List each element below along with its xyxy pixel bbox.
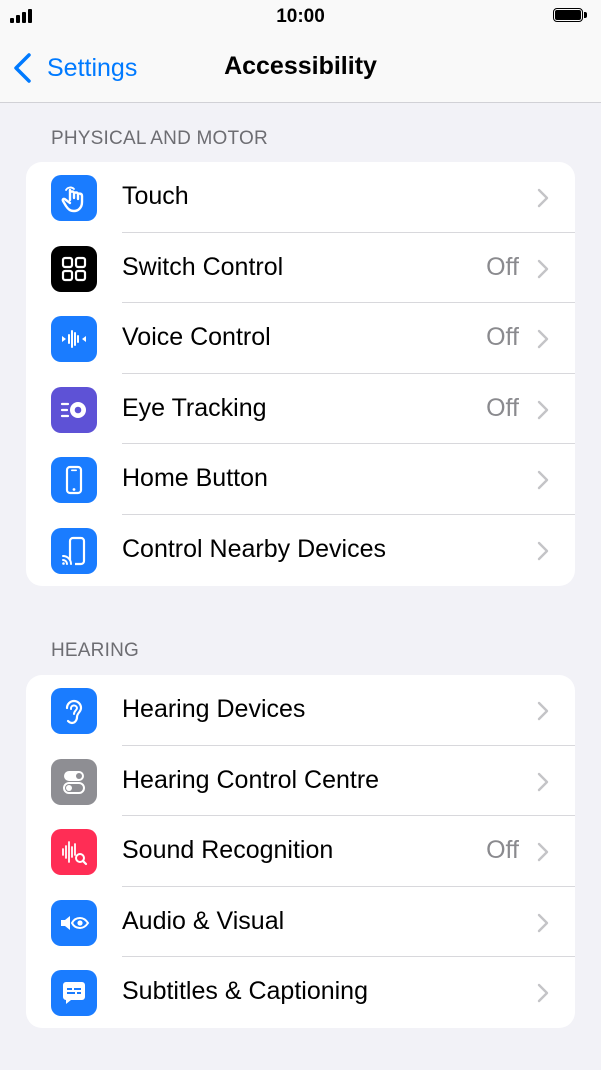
- row-label: Subtitles & Captioning: [122, 977, 368, 1006]
- hearing-devices-icon: [51, 688, 97, 734]
- touch-icon: [51, 175, 97, 221]
- row-voice-control[interactable]: Voice Control Off: [26, 303, 575, 374]
- navigation-bar: Settings Accessibility: [0, 34, 601, 103]
- chevron-right-icon: [537, 329, 549, 349]
- eye-tracking-icon: [51, 386, 97, 433]
- status-time: 10:00: [276, 6, 325, 27]
- row-label: Switch Control: [122, 252, 284, 281]
- page-title: Accessibility: [224, 52, 377, 80]
- row-label: Eye Tracking: [122, 393, 267, 422]
- hearing-control-centre-icon: [51, 758, 97, 805]
- section-header-physical-and-motor: PHYSICAL AND MOTOR: [51, 128, 268, 149]
- chevron-right-icon: [537, 259, 549, 278]
- section-header-hearing: HEARING: [51, 640, 139, 661]
- row-label: Sound Recognition: [122, 836, 334, 865]
- battery-icon: [553, 8, 588, 24]
- row-label: Home Button: [122, 464, 268, 493]
- row-value: Off: [486, 393, 519, 422]
- row-hearing-control-centre[interactable]: Hearing Control Centre: [26, 746, 575, 817]
- hearing-group: Hearing Devices Hearing Control Centre S…: [26, 675, 575, 1028]
- row-label: Hearing Devices: [122, 695, 306, 723]
- audio-visual-icon: [51, 899, 97, 946]
- row-label: Voice Control: [122, 323, 271, 352]
- chevron-right-icon: [537, 701, 549, 721]
- row-label: Touch: [122, 182, 189, 210]
- chevron-right-icon: [537, 842, 549, 862]
- sound-recognition-icon: [51, 829, 97, 876]
- control-nearby-devices-icon: [51, 527, 97, 574]
- status-bar: 10:00: [0, 0, 601, 34]
- subtitles-captioning-icon: [51, 970, 97, 1017]
- chevron-right-icon: [537, 471, 549, 490]
- row-touch[interactable]: Touch: [26, 162, 575, 233]
- row-sound-recognition[interactable]: Sound Recognition Off: [26, 816, 575, 887]
- chevron-right-icon: [537, 400, 549, 419]
- switch-control-icon: [51, 245, 97, 292]
- row-label: Hearing Control Centre: [122, 765, 380, 794]
- chevron-right-icon: [537, 772, 549, 791]
- row-eye-tracking[interactable]: Eye Tracking Off: [26, 374, 575, 445]
- chevron-right-icon: [537, 188, 549, 208]
- row-switch-control[interactable]: Switch Control Off: [26, 233, 575, 304]
- voice-control-icon: [51, 316, 97, 363]
- row-hearing-devices[interactable]: Hearing Devices: [26, 675, 575, 746]
- row-subtitles-captioning[interactable]: Subtitles & Captioning: [26, 957, 575, 1028]
- row-control-nearby-devices[interactable]: Control Nearby Devices: [26, 515, 575, 586]
- chevron-right-icon: [537, 913, 549, 932]
- row-value: Off: [486, 323, 519, 352]
- row-label: Audio & Visual: [122, 906, 285, 935]
- row-label: Control Nearby Devices: [122, 534, 386, 563]
- row-value: Off: [486, 252, 519, 281]
- home-button-icon: [51, 457, 97, 504]
- chevron-right-icon: [537, 984, 549, 1003]
- row-value: Off: [486, 836, 519, 865]
- row-home-button[interactable]: Home Button: [26, 444, 575, 515]
- row-audio-visual[interactable]: Audio & Visual: [26, 887, 575, 958]
- chevron-right-icon: [537, 541, 549, 561]
- physical-and-motor-group: Touch Switch Control Off Voice Control O…: [26, 162, 575, 586]
